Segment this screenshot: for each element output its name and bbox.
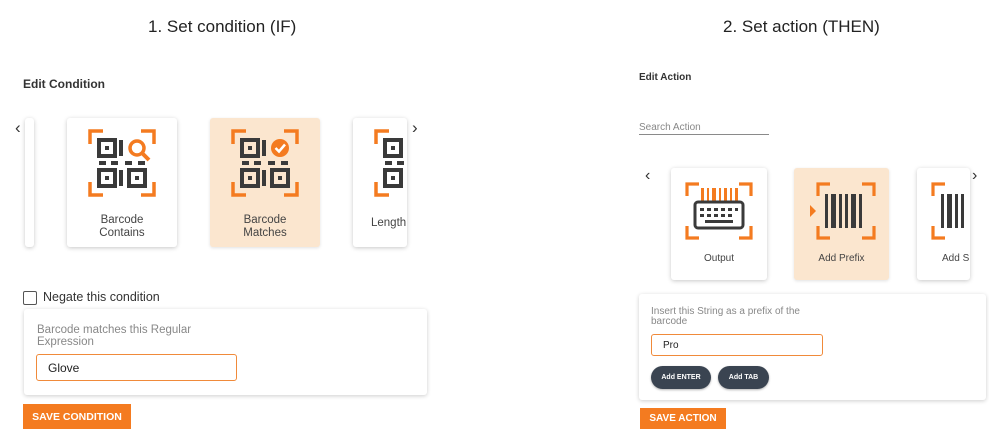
negate-label[interactable]: Negate this condition <box>43 290 160 304</box>
condition-field-label: Barcode matches this Regular Expression <box>37 324 192 348</box>
card-label: Barcode Contains <box>99 214 145 239</box>
save-condition-button[interactable]: SAVE CONDITION <box>23 404 131 429</box>
prefix-input[interactable] <box>651 334 823 356</box>
search-action-field[interactable]: Search Action <box>639 117 769 135</box>
condition-step-title: 1. Set condition (IF) <box>148 17 297 36</box>
prefix-barcode-icon <box>810 182 876 240</box>
condition-card-barcode-matches[interactable]: Barcode Matches <box>210 118 320 247</box>
condition-carousel-prev[interactable]: ‹ <box>15 119 21 136</box>
keyboard-barcode-icon <box>685 182 753 240</box>
card-label: Output <box>703 253 735 264</box>
qr-search-icon <box>88 129 156 197</box>
add-enter-button[interactable]: Add ENTER <box>651 366 711 389</box>
condition-card-barcode-contains[interactable]: Barcode Contains <box>67 118 177 247</box>
qr-check-icon <box>231 129 299 197</box>
qr-icon <box>374 129 404 197</box>
negate-checkbox[interactable] <box>23 291 37 305</box>
condition-panel <box>24 309 427 395</box>
save-action-button[interactable]: SAVE ACTION <box>640 408 726 429</box>
search-action-placeholder: Search Action <box>639 122 701 133</box>
condition-carousel-next[interactable]: › <box>412 119 418 136</box>
barcode-icon <box>931 182 964 240</box>
action-carousel-next[interactable]: › <box>972 168 977 184</box>
action-carousel-prev[interactable]: ‹ <box>645 168 650 184</box>
edit-action-heading: Edit Action <box>639 72 692 83</box>
card-label: Add Prefix <box>818 253 865 264</box>
action-card-add-suffix[interactable]: Add S <box>917 168 970 280</box>
condition-card-length[interactable]: Length <box>353 118 407 247</box>
action-field-label: Insert this String as a prefix of the ba… <box>651 306 800 327</box>
action-card-output[interactable]: Output <box>671 168 767 280</box>
condition-card-partial[interactable] <box>25 118 34 247</box>
action-step-title: 2. Set action (THEN) <box>723 17 880 36</box>
edit-condition-heading: Edit Condition <box>23 77 105 91</box>
action-card-add-prefix[interactable]: Add Prefix <box>794 168 889 280</box>
card-label: Add S <box>942 253 970 264</box>
add-tab-button[interactable]: Add TAB <box>718 366 769 389</box>
card-label: Length <box>371 217 407 229</box>
card-label: Barcode Matches <box>243 214 287 239</box>
regex-input[interactable] <box>36 354 237 381</box>
